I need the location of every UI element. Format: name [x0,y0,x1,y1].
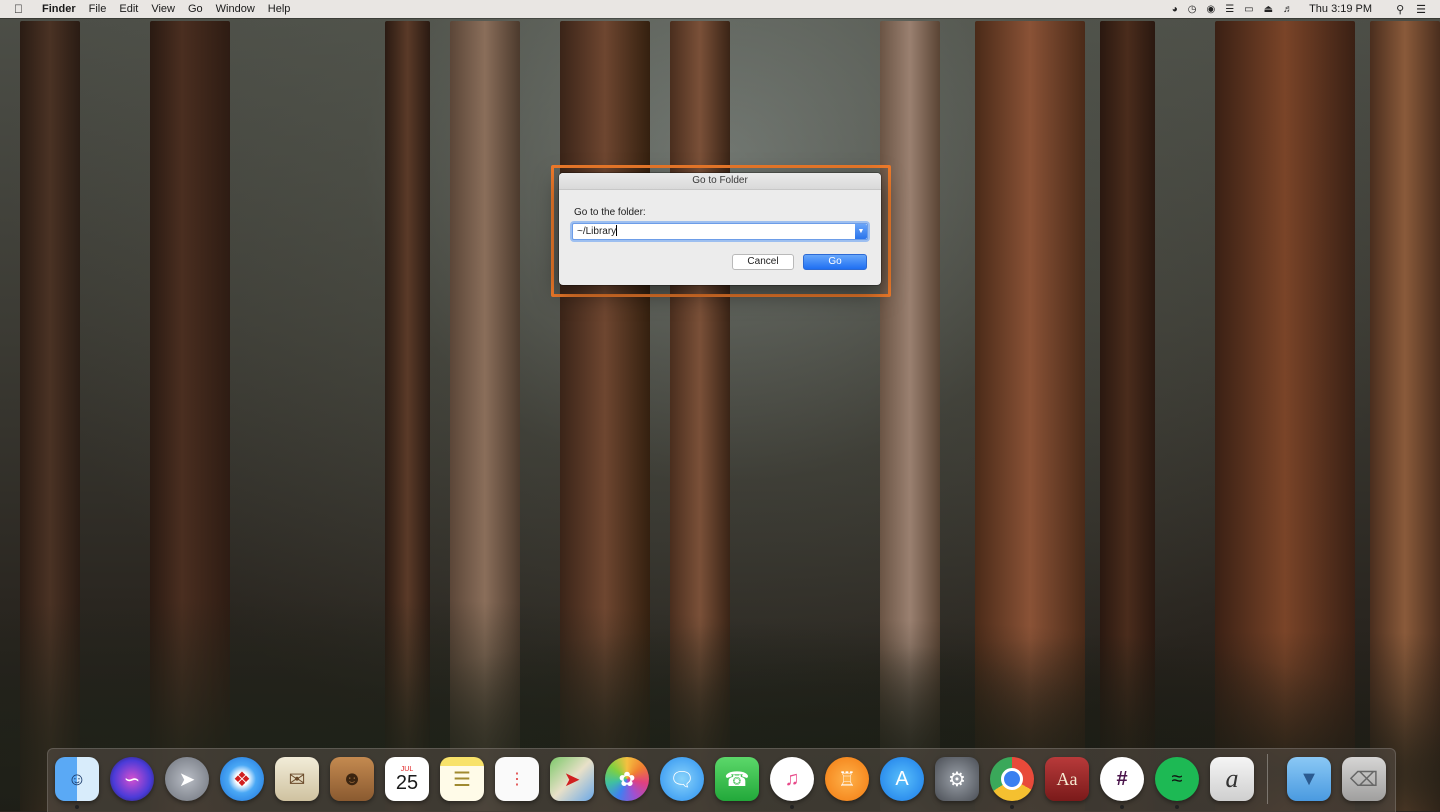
photos-icon[interactable]: ✿ [605,757,649,801]
running-indicator [790,805,794,809]
mail-icon[interactable]: ✉ [275,757,319,801]
finder-icon[interactable]: ☺ [55,757,99,801]
menu-clock[interactable]: Thu 3:19 PM [1309,3,1372,15]
system-preferences-icon[interactable]: ⚙ [935,757,979,801]
notes-icon[interactable]: ☰ [440,757,484,801]
slack-icon[interactable]: # [1100,757,1144,801]
dialog-prompt: Go to the folder: [574,207,646,218]
menu-window[interactable]: Window [216,3,255,15]
dictionary-icon[interactable]: Aa [1045,757,1089,801]
messages-icon[interactable]: 🗨 [660,757,704,801]
contacts-icon[interactable]: ☻ [330,757,374,801]
creative-cloud-icon[interactable]: ◕ [1172,4,1178,15]
reminders-icon[interactable]: ⋮ [495,757,539,801]
spotify-icon[interactable]: ≈ [1155,757,1199,801]
apple-menu-icon[interactable]:  [14,2,28,16]
facetime-icon[interactable]: ☎ [715,757,759,801]
notification-center-icon[interactable]: ☰ [1416,3,1426,16]
menu-app-finder[interactable]: Finder [42,3,76,15]
vpn-icon[interactable]: ◉ [1206,4,1215,15]
time-machine-icon[interactable]: ◷ [1188,4,1197,15]
cancel-button[interactable]: Cancel [732,254,794,270]
go-button[interactable]: Go [803,254,867,270]
app-store-icon[interactable]: A [880,757,924,801]
go-to-folder-dialog: Go to Folder Go to the folder: ~/Library… [559,173,881,285]
menu-file[interactable]: File [89,3,107,15]
running-indicator [1120,805,1124,809]
running-indicator [75,805,79,809]
safari-icon[interactable]: ❖ [220,757,264,801]
chrome-icon[interactable] [990,757,1034,801]
maps-icon[interactable]: ➤ [550,757,594,801]
volume-icon[interactable]: ♬ [1283,4,1293,15]
wifi-icon[interactable]: ☰ [1225,4,1234,15]
menu-view[interactable]: View [151,3,175,15]
siri-icon[interactable]: ∽ [110,757,154,801]
text-cursor [616,225,618,236]
menu-help[interactable]: Help [268,3,291,15]
menu-bar:  Finder File Edit View Go Window Help ◕… [0,0,1440,18]
airplay-icon[interactable]: ▭ [1244,4,1253,15]
downloads-folder-icon[interactable]: ▼ [1287,757,1331,801]
status-area: ◕ ◷ ◉ ☰ ▭ ⏏ ♬ Thu 3:19 PM ⚲ ☰ [1162,0,1426,18]
calendar-day: 25 [395,771,419,794]
folder-path-input[interactable]: ~/Library [577,225,618,237]
trash-icon[interactable]: ⌫ [1342,757,1386,801]
running-indicator [1175,805,1179,809]
running-indicator [1010,805,1014,809]
desktop-wallpaper [0,0,1440,811]
menu-go[interactable]: Go [188,3,203,15]
dock-separator [1267,754,1268,804]
eject-icon[interactable]: ⏏ [1264,4,1273,15]
spotlight-search-icon[interactable]: ⚲ [1396,3,1404,16]
dialog-title: Go to Folder [559,173,881,190]
folder-path-combobox[interactable]: ~/Library ▼ [572,223,868,240]
ibooks-icon[interactable]: ♖ [825,757,869,801]
script-editor-icon[interactable]: a [1210,757,1254,801]
launchpad-icon[interactable]: ➤ [165,757,209,801]
chevron-down-icon[interactable]: ▼ [855,224,867,239]
itunes-icon[interactable]: ♫ [770,757,814,801]
folder-path-value: ~/Library [577,226,617,237]
calendar-icon[interactable]: JUL 25 [385,757,429,801]
menu-edit[interactable]: Edit [119,3,138,15]
